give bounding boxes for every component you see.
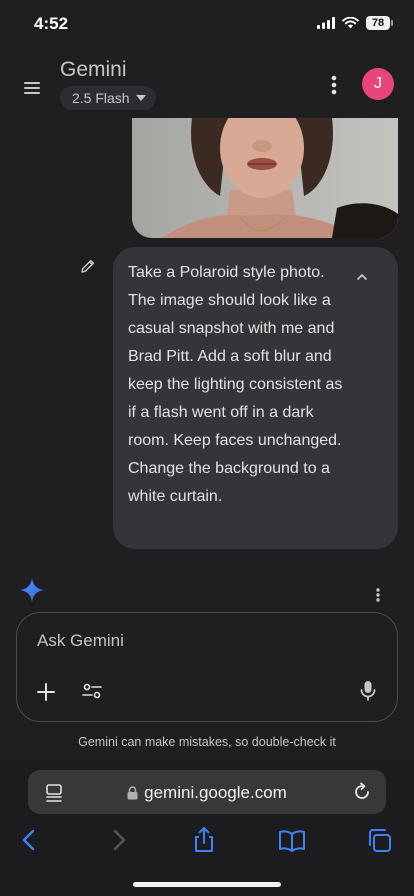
tabs-icon[interactable] [366, 826, 394, 854]
battery-level: 78 [371, 17, 385, 29]
more-options-icon[interactable] [328, 74, 340, 96]
photo-illustration [132, 118, 398, 238]
cellular-signal-icon [317, 17, 335, 29]
chevron-up-icon[interactable] [353, 268, 371, 286]
uploaded-photo[interactable] [132, 118, 398, 238]
user-prompt-bubble: Take a Polaroid style photo. The image s… [113, 247, 398, 549]
status-icons: 78 [317, 16, 393, 30]
menu-icon[interactable] [24, 80, 44, 96]
avatar-initial: J [374, 75, 382, 92]
reload-icon[interactable] [352, 782, 372, 802]
battery-indicator: 78 [366, 16, 393, 30]
address-bar[interactable] [28, 770, 386, 814]
tools-icon[interactable] [81, 680, 103, 702]
home-indicator [133, 882, 281, 887]
add-icon[interactable] [35, 681, 57, 703]
edit-prompt-icon[interactable] [80, 258, 96, 274]
forward-icon[interactable] [106, 826, 132, 854]
prompt-text: Take a Polaroid style photo. The image s… [128, 264, 343, 505]
gemini-spark-icon [20, 578, 44, 602]
response-more-options-icon[interactable] [372, 587, 384, 603]
prompt-input-box [16, 612, 398, 722]
reader-mode-icon[interactable] [44, 783, 64, 803]
bookmarks-icon[interactable] [278, 826, 306, 854]
status-time: 4:52 [34, 14, 69, 33]
disclaimer-text: Gemini can make mistakes, so double-chec… [78, 735, 336, 749]
model-selector[interactable]: 2.5 Flash [60, 86, 156, 110]
share-icon[interactable] [191, 826, 217, 854]
back-icon[interactable] [16, 826, 42, 854]
avatar[interactable]: J [362, 68, 394, 100]
app-title: Gemini [60, 58, 127, 81]
microphone-icon[interactable] [358, 680, 378, 702]
ask-gemini-input[interactable] [37, 631, 367, 651]
model-label: 2.5 Flash [72, 90, 130, 106]
chevron-down-icon [135, 95, 146, 101]
wifi-icon [342, 17, 359, 29]
